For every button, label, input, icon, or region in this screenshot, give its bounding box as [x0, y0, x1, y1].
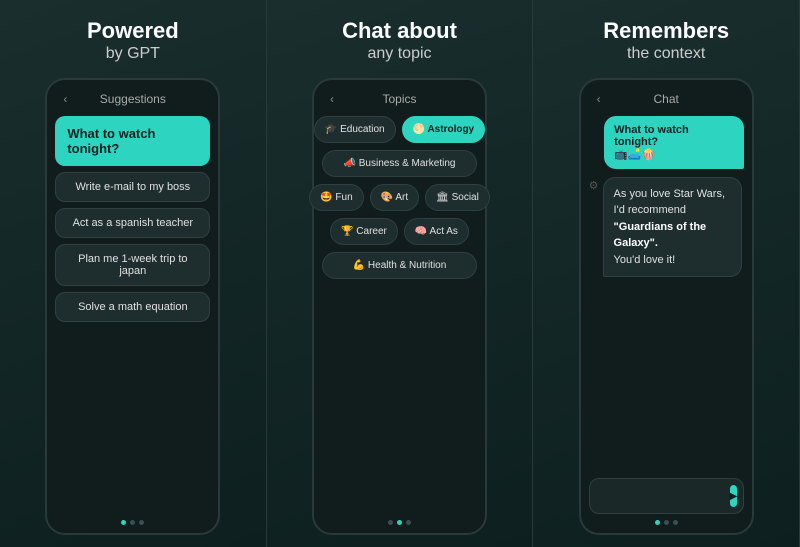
ai-message-row: ⚙ As you love Star Wars, I'd recommend "…: [589, 177, 744, 278]
topic-dot-0[interactable]: [388, 520, 393, 525]
topic-health[interactable]: 💪 Health & Nutrition: [322, 252, 477, 279]
dot-1[interactable]: [130, 520, 135, 525]
topic-art[interactable]: 🎨 Art: [370, 184, 419, 211]
phone-gpt: ‹ Suggestions What to watch tonight? Wri…: [45, 78, 220, 535]
back-icon-gpt[interactable]: ‹: [63, 92, 67, 106]
suggestion-item-1[interactable]: Act as a spanish teacher: [55, 208, 210, 238]
chat-input[interactable]: [598, 491, 730, 502]
phone-bar-title-chat: Chat: [653, 92, 678, 106]
back-icon-topics[interactable]: ‹: [330, 92, 334, 106]
chat-dot-2[interactable]: [673, 520, 678, 525]
chat-input-area[interactable]: ▶: [589, 478, 744, 514]
topics-row-0: 🎓 Education 🌕 Astrology: [322, 116, 477, 143]
dot-2[interactable]: [139, 520, 144, 525]
panel-topics-title: Chat about any topic: [342, 18, 457, 64]
phone-bar-chat: ‹ Chat: [589, 88, 744, 110]
topic-education[interactable]: 🎓 Education: [314, 116, 396, 143]
topic-social[interactable]: 🏛 Social: [425, 184, 490, 211]
ai-avatar-icon: ⚙: [589, 179, 599, 192]
topic-astrology[interactable]: 🌕 Astrology: [402, 116, 486, 143]
page-dots-topics: [322, 520, 477, 525]
send-button[interactable]: ▶: [730, 485, 738, 507]
user-message-0: What to watch tonight?📺🛋️🍿: [604, 116, 744, 169]
phone-topics: ‹ Topics 🎓 Education 🌕 Astrology 📣 Busin…: [312, 78, 487, 535]
topics-row-3: 🏆 Career 🧠 Act As: [322, 218, 477, 245]
topic-dot-1[interactable]: [397, 520, 402, 525]
topics-grid: 🎓 Education 🌕 Astrology 📣 Business & Mar…: [322, 116, 477, 514]
phone-bar-gpt: ‹ Suggestions: [55, 88, 210, 110]
topic-business[interactable]: 📣 Business & Marketing: [322, 150, 477, 177]
topic-act-as[interactable]: 🧠 Act As: [404, 218, 469, 245]
panel-topics: Chat about any topic ‹ Topics 🎓 Educatio…: [267, 0, 534, 547]
chat-messages: What to watch tonight?📺🛋️🍿 ⚙ As you love…: [589, 116, 744, 478]
topic-fun[interactable]: 🤩 Fun: [309, 184, 363, 211]
highlight-suggestion[interactable]: What to watch tonight?: [55, 116, 210, 166]
suggestion-item-3[interactable]: Solve a math equation: [55, 292, 210, 322]
chat-dot-1[interactable]: [664, 520, 669, 525]
page-dots-chat: [589, 520, 744, 525]
chat-dot-0[interactable]: [655, 520, 660, 525]
suggestion-item-2[interactable]: Plan me 1-week trip to japan: [55, 244, 210, 286]
topics-row-1: 📣 Business & Marketing: [322, 150, 477, 177]
topic-dot-2[interactable]: [406, 520, 411, 525]
topics-row-4: 💪 Health & Nutrition: [322, 252, 477, 279]
phone-bar-topics: ‹ Topics: [322, 88, 477, 110]
topic-career[interactable]: 🏆 Career: [330, 218, 398, 245]
ai-message-0: As you love Star Wars, I'd recommend "Gu…: [603, 177, 743, 278]
phone-bar-title-gpt: Suggestions: [100, 92, 166, 106]
panel-chat-title: Remembers the context: [603, 18, 729, 64]
back-icon-chat[interactable]: ‹: [597, 92, 601, 106]
panel-chat: Remembers the context ‹ Chat What to wat…: [533, 0, 800, 547]
panel-gpt: Powered by GPT ‹ Suggestions What to wat…: [0, 0, 267, 547]
phone-bar-title-topics: Topics: [382, 92, 416, 106]
topics-row-2: 🤩 Fun 🎨 Art 🏛 Social: [322, 184, 477, 211]
suggestions-list: What to watch tonight? Write e-mail to m…: [55, 116, 210, 514]
panel-gpt-title: Powered by GPT: [87, 18, 179, 64]
dot-0[interactable]: [121, 520, 126, 525]
suggestion-item-0[interactable]: Write e-mail to my boss: [55, 172, 210, 202]
phone-chat: ‹ Chat What to watch tonight?📺🛋️🍿 ⚙ As y…: [579, 78, 754, 535]
page-dots-gpt: [55, 520, 210, 525]
